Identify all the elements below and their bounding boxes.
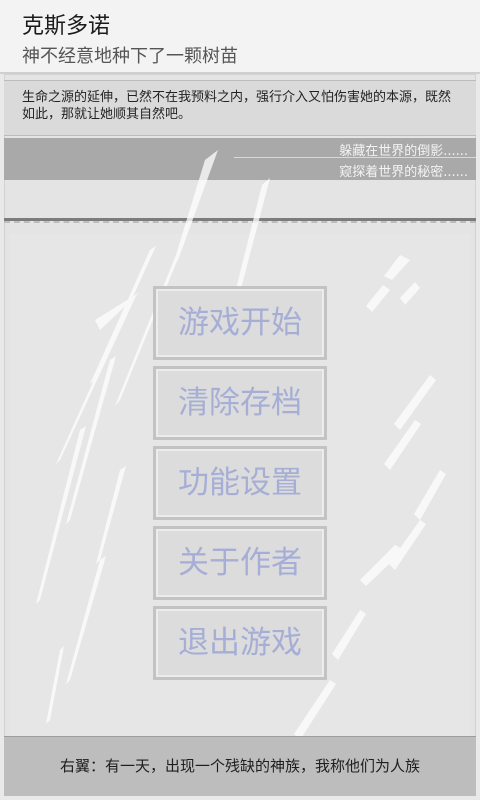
clear-save-button[interactable]: 清除存档 <box>153 366 327 440</box>
exit-game-button[interactable]: 退出游戏 <box>153 606 327 680</box>
app-header: 克斯多诺 神不经意地种下了一颗树苗 <box>0 0 480 74</box>
main-menu: 游戏开始 清除存档 功能设置 关于作者 退出游戏 <box>153 286 327 686</box>
quote-line-2: 窥探着世界的秘密...... <box>339 165 468 180</box>
start-game-button[interactable]: 游戏开始 <box>153 286 327 360</box>
quote-strip: 躲藏在世界的倒影...... 窥探着世界的秘密...... <box>4 138 476 180</box>
app-subtitle: 神不经意地种下了一颗树苗 <box>22 46 238 67</box>
quote-line-1: 躲藏在世界的倒影...... <box>339 144 468 159</box>
settings-button[interactable]: 功能设置 <box>153 446 327 520</box>
app-title: 克斯多诺 <box>22 14 111 39</box>
about-author-button[interactable]: 关于作者 <box>153 526 327 600</box>
footer-quote: 右翼：有一天，出现一个残缺的神族，我称他们为人族 <box>4 736 476 796</box>
divider-dashes <box>4 221 476 223</box>
intro-text: 生命之源的延伸，已然不在我预料之内，强行介入又怕伤害她的本源，既然如此，那就让她… <box>4 80 476 136</box>
